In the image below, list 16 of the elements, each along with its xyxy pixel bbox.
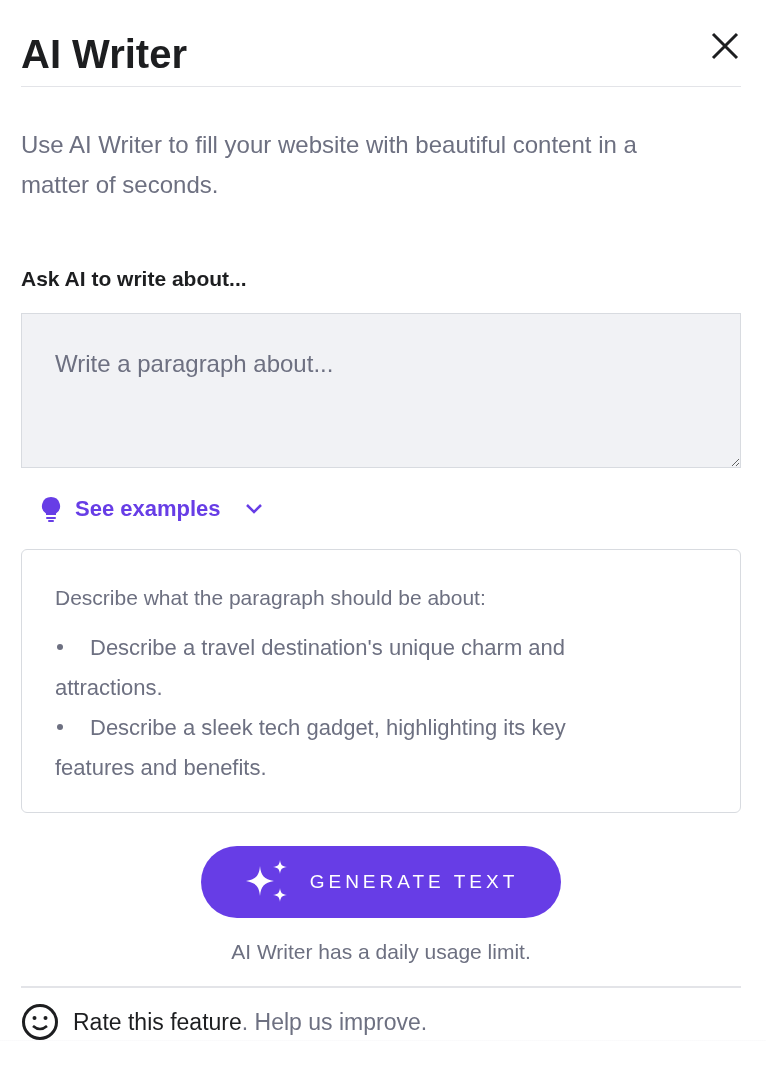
example-text: Describe a sleek tech gadget, highlighting its key features and benefits. [55, 708, 645, 788]
usage-limit-text: AI Writer has a daily usage limit. [230, 940, 532, 964]
prompt-field[interactable]: Write a paragraph about... [21, 313, 741, 468]
examples-intro: Describe what the paragraph should be about: [55, 585, 487, 611]
smiley-icon[interactable] [21, 1003, 59, 1041]
panel-title: AI Writer [21, 31, 187, 78]
prompt-label: Ask AI to write about... [21, 267, 248, 291]
see-examples-toggle[interactable]: See examples [41, 496, 263, 522]
chevron-icon [244, 503, 263, 515]
lightbulb-icon [41, 496, 61, 522]
help-improve-text: . Help us improve. [241, 1008, 428, 1035]
example-text: Describe a travel destination's unique charm and attractions. [55, 628, 645, 708]
description-text: Use AI Writer to fill your website with beautiful content in a matter of seconds. [21, 130, 638, 200]
close-icon[interactable] [709, 30, 741, 62]
rate-feature-link[interactable]: Rate this feature [73, 1008, 242, 1035]
generate-text-button[interactable]: GENERATE TEXT [201, 846, 561, 918]
